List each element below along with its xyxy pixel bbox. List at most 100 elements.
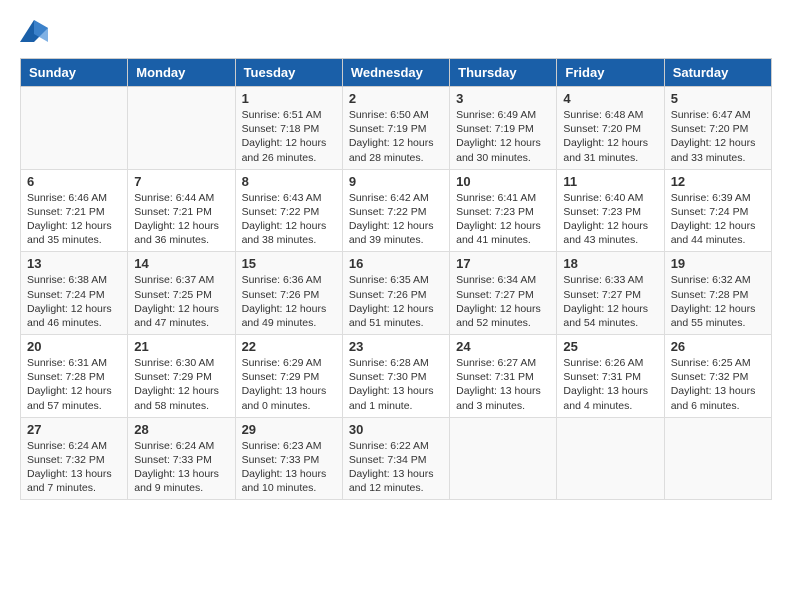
day-details: Sunrise: 6:51 AM Sunset: 7:18 PM Dayligh… [242,108,336,165]
week-row-1: 1 Sunrise: 6:51 AM Sunset: 7:18 PM Daylig… [21,87,772,170]
calendar-cell: 2 Sunrise: 6:50 AM Sunset: 7:19 PM Daylig… [342,87,449,170]
calendar-cell: 11 Sunrise: 6:40 AM Sunset: 7:23 PM Dayli… [557,169,664,252]
day-details: Sunrise: 6:30 AM Sunset: 7:29 PM Dayligh… [134,356,228,413]
day-number: 22 [242,339,336,354]
day-number: 19 [671,256,765,271]
day-number: 3 [456,91,550,106]
weekday-header-thursday: Thursday [450,59,557,87]
day-number: 8 [242,174,336,189]
day-details: Sunrise: 6:26 AM Sunset: 7:31 PM Dayligh… [563,356,657,413]
day-number: 7 [134,174,228,189]
day-details: Sunrise: 6:36 AM Sunset: 7:26 PM Dayligh… [242,273,336,330]
calendar-cell: 30 Sunrise: 6:22 AM Sunset: 7:34 PM Dayli… [342,417,449,500]
day-details: Sunrise: 6:43 AM Sunset: 7:22 PM Dayligh… [242,191,336,248]
day-details: Sunrise: 6:31 AM Sunset: 7:28 PM Dayligh… [27,356,121,413]
day-details: Sunrise: 6:24 AM Sunset: 7:32 PM Dayligh… [27,439,121,496]
calendar-cell: 27 Sunrise: 6:24 AM Sunset: 7:32 PM Dayli… [21,417,128,500]
day-details: Sunrise: 6:37 AM Sunset: 7:25 PM Dayligh… [134,273,228,330]
calendar-cell: 23Sunrise: 6:28 AM Sunset: 7:30 PM Dayli… [342,335,449,418]
day-number: 1 [242,91,336,106]
day-details: Sunrise: 6:34 AM Sunset: 7:27 PM Dayligh… [456,273,550,330]
day-details: Sunrise: 6:22 AM Sunset: 7:34 PM Dayligh… [349,439,443,496]
day-number: 15 [242,256,336,271]
day-number: 20 [27,339,121,354]
calendar-cell: 14 Sunrise: 6:37 AM Sunset: 7:25 PM Dayli… [128,252,235,335]
calendar-cell: 10 Sunrise: 6:41 AM Sunset: 7:23 PM Dayli… [450,169,557,252]
calendar-cell: 22 Sunrise: 6:29 AM Sunset: 7:29 PM Dayli… [235,335,342,418]
day-number: 12 [671,174,765,189]
calendar-cell: 1 Sunrise: 6:51 AM Sunset: 7:18 PM Daylig… [235,87,342,170]
day-details: Sunrise: 6:40 AM Sunset: 7:23 PM Dayligh… [563,191,657,248]
day-details: Sunrise: 6:39 AM Sunset: 7:24 PM Dayligh… [671,191,765,248]
calendar-cell: 9 Sunrise: 6:42 AM Sunset: 7:22 PM Daylig… [342,169,449,252]
weekday-header-sunday: Sunday [21,59,128,87]
day-number: 16 [349,256,443,271]
calendar-cell: 21 Sunrise: 6:30 AM Sunset: 7:29 PM Dayli… [128,335,235,418]
day-number: 6 [27,174,121,189]
week-row-3: 13Sunrise: 6:38 AM Sunset: 7:24 PM Dayli… [21,252,772,335]
weekday-header-wednesday: Wednesday [342,59,449,87]
day-details: Sunrise: 6:29 AM Sunset: 7:29 PM Dayligh… [242,356,336,413]
day-number: 30 [349,422,443,437]
day-details: Sunrise: 6:48 AM Sunset: 7:20 PM Dayligh… [563,108,657,165]
day-details: Sunrise: 6:41 AM Sunset: 7:23 PM Dayligh… [456,191,550,248]
day-details: Sunrise: 6:49 AM Sunset: 7:19 PM Dayligh… [456,108,550,165]
day-number: 29 [242,422,336,437]
calendar-cell: 24 Sunrise: 6:27 AM Sunset: 7:31 PM Dayli… [450,335,557,418]
calendar-cell: 12 Sunrise: 6:39 AM Sunset: 7:24 PM Dayli… [664,169,771,252]
day-number: 14 [134,256,228,271]
day-number: 21 [134,339,228,354]
calendar-cell: 28 Sunrise: 6:24 AM Sunset: 7:33 PM Dayli… [128,417,235,500]
calendar-cell: 25 Sunrise: 6:26 AM Sunset: 7:31 PM Dayli… [557,335,664,418]
day-number: 5 [671,91,765,106]
week-row-5: 27 Sunrise: 6:24 AM Sunset: 7:32 PM Dayli… [21,417,772,500]
weekday-header-saturday: Saturday [664,59,771,87]
week-row-4: 20 Sunrise: 6:31 AM Sunset: 7:28 PM Dayli… [21,335,772,418]
calendar-cell [557,417,664,500]
weekday-header-tuesday: Tuesday [235,59,342,87]
calendar-cell [664,417,771,500]
day-number: 25 [563,339,657,354]
weekday-header-friday: Friday [557,59,664,87]
day-number: 26 [671,339,765,354]
day-number: 11 [563,174,657,189]
weekday-header-monday: Monday [128,59,235,87]
day-number: 10 [456,174,550,189]
calendar-cell: 15 Sunrise: 6:36 AM Sunset: 7:26 PM Dayli… [235,252,342,335]
day-details: Sunrise: 6:50 AM Sunset: 7:19 PM Dayligh… [349,108,443,165]
day-details: Sunrise: 6:27 AM Sunset: 7:31 PM Dayligh… [456,356,550,413]
day-details: Sunrise: 6:35 AM Sunset: 7:26 PM Dayligh… [349,273,443,330]
calendar-cell: 17 Sunrise: 6:34 AM Sunset: 7:27 PM Dayli… [450,252,557,335]
day-number: 17 [456,256,550,271]
calendar-cell: 19 Sunrise: 6:32 AM Sunset: 7:28 PM Dayli… [664,252,771,335]
day-details: Sunrise: 6:33 AM Sunset: 7:27 PM Dayligh… [563,273,657,330]
page-header [20,20,772,42]
calendar-cell: 20 Sunrise: 6:31 AM Sunset: 7:28 PM Dayli… [21,335,128,418]
day-details: Sunrise: 6:46 AM Sunset: 7:21 PM Dayligh… [27,191,121,248]
logo [20,20,52,42]
day-number: 24 [456,339,550,354]
day-details: Sunrise: 6:32 AM Sunset: 7:28 PM Dayligh… [671,273,765,330]
day-number: 18 [563,256,657,271]
day-number: 28 [134,422,228,437]
calendar-table: SundayMondayTuesdayWednesdayThursdayFrid… [20,58,772,500]
calendar-cell: 3 Sunrise: 6:49 AM Sunset: 7:19 PM Daylig… [450,87,557,170]
day-details: Sunrise: 6:25 AM Sunset: 7:32 PM Dayligh… [671,356,765,413]
calendar-cell: 5 Sunrise: 6:47 AM Sunset: 7:20 PM Daylig… [664,87,771,170]
calendar-cell [21,87,128,170]
day-details: Sunrise: 6:24 AM Sunset: 7:33 PM Dayligh… [134,439,228,496]
day-details: Sunrise: 6:42 AM Sunset: 7:22 PM Dayligh… [349,191,443,248]
day-details: Sunrise: 6:47 AM Sunset: 7:20 PM Dayligh… [671,108,765,165]
calendar-cell: 16 Sunrise: 6:35 AM Sunset: 7:26 PM Dayli… [342,252,449,335]
calendar-cell: 13Sunrise: 6:38 AM Sunset: 7:24 PM Dayli… [21,252,128,335]
day-number: 23 [349,339,443,354]
calendar-cell: 6 Sunrise: 6:46 AM Sunset: 7:21 PM Daylig… [21,169,128,252]
calendar-cell: 18 Sunrise: 6:33 AM Sunset: 7:27 PM Dayli… [557,252,664,335]
calendar-cell: 29 Sunrise: 6:23 AM Sunset: 7:33 PM Dayli… [235,417,342,500]
logo-icon [20,20,48,42]
day-number: 9 [349,174,443,189]
day-number: 13 [27,256,121,271]
day-details: Sunrise: 6:23 AM Sunset: 7:33 PM Dayligh… [242,439,336,496]
day-number: 27 [27,422,121,437]
day-number: 2 [349,91,443,106]
